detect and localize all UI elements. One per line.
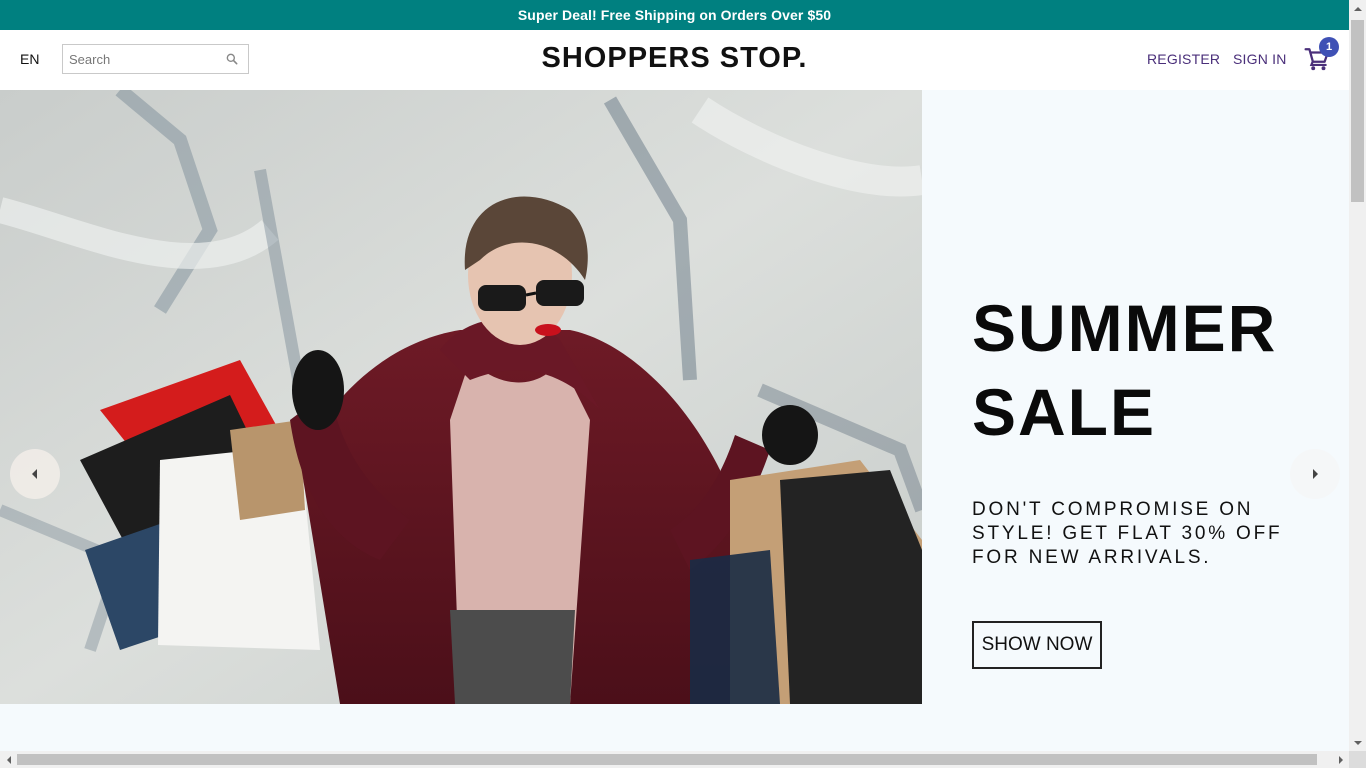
slider-next-button[interactable] bbox=[1290, 449, 1340, 499]
show-now-button[interactable]: SHOW NOW bbox=[972, 621, 1102, 669]
page: Super Deal! Free Shipping on Orders Over… bbox=[0, 0, 1349, 751]
hero-slider: SUMMER SALE DON'T COMPROMISE ON STYLE! G… bbox=[0, 90, 1349, 704]
language-selector[interactable]: EN bbox=[20, 51, 39, 67]
hero-content: SUMMER SALE DON'T COMPROMISE ON STYLE! G… bbox=[972, 90, 1312, 704]
search-input[interactable] bbox=[69, 46, 219, 72]
scroll-down-icon[interactable] bbox=[1349, 734, 1366, 751]
navbar: EN SHOPPERS STOP. REGISTER SIGN IN bbox=[0, 30, 1349, 90]
announcement-text: Super Deal! Free Shipping on Orders Over… bbox=[517, 7, 832, 23]
hero-description: DON'T COMPROMISE ON STYLE! GET FLAT 30% … bbox=[972, 499, 1283, 568]
arrow-left-icon bbox=[32, 469, 37, 479]
cart-count-badge: 1 bbox=[1319, 37, 1339, 57]
arrow-right-icon bbox=[1313, 469, 1318, 479]
sign-in-link[interactable]: SIGN IN bbox=[1233, 51, 1287, 67]
hero-image bbox=[0, 90, 922, 704]
horizontal-scroll-thumb[interactable] bbox=[17, 754, 1317, 765]
announcement-bar: Super Deal! Free Shipping on Orders Over… bbox=[0, 0, 1349, 30]
scroll-up-icon[interactable] bbox=[1349, 0, 1366, 17]
search-icon[interactable] bbox=[225, 52, 239, 66]
horizontal-scrollbar[interactable] bbox=[0, 751, 1349, 768]
scrollbar-corner bbox=[1349, 751, 1366, 768]
register-link[interactable]: REGISTER bbox=[1147, 51, 1220, 67]
vertical-scrollbar[interactable] bbox=[1349, 0, 1366, 751]
hero-title-line-2: SALE bbox=[972, 375, 1157, 449]
logo[interactable]: SHOPPERS STOP. bbox=[542, 42, 808, 74]
vertical-scroll-thumb[interactable] bbox=[1351, 20, 1364, 202]
hero-title-line-1: SUMMER bbox=[972, 291, 1278, 365]
scroll-right-icon[interactable] bbox=[1332, 751, 1349, 768]
hero-title: SUMMER SALE bbox=[972, 286, 1312, 454]
slider-prev-button[interactable] bbox=[10, 449, 60, 499]
search-box bbox=[62, 44, 249, 74]
scroll-left-icon[interactable] bbox=[0, 751, 17, 768]
